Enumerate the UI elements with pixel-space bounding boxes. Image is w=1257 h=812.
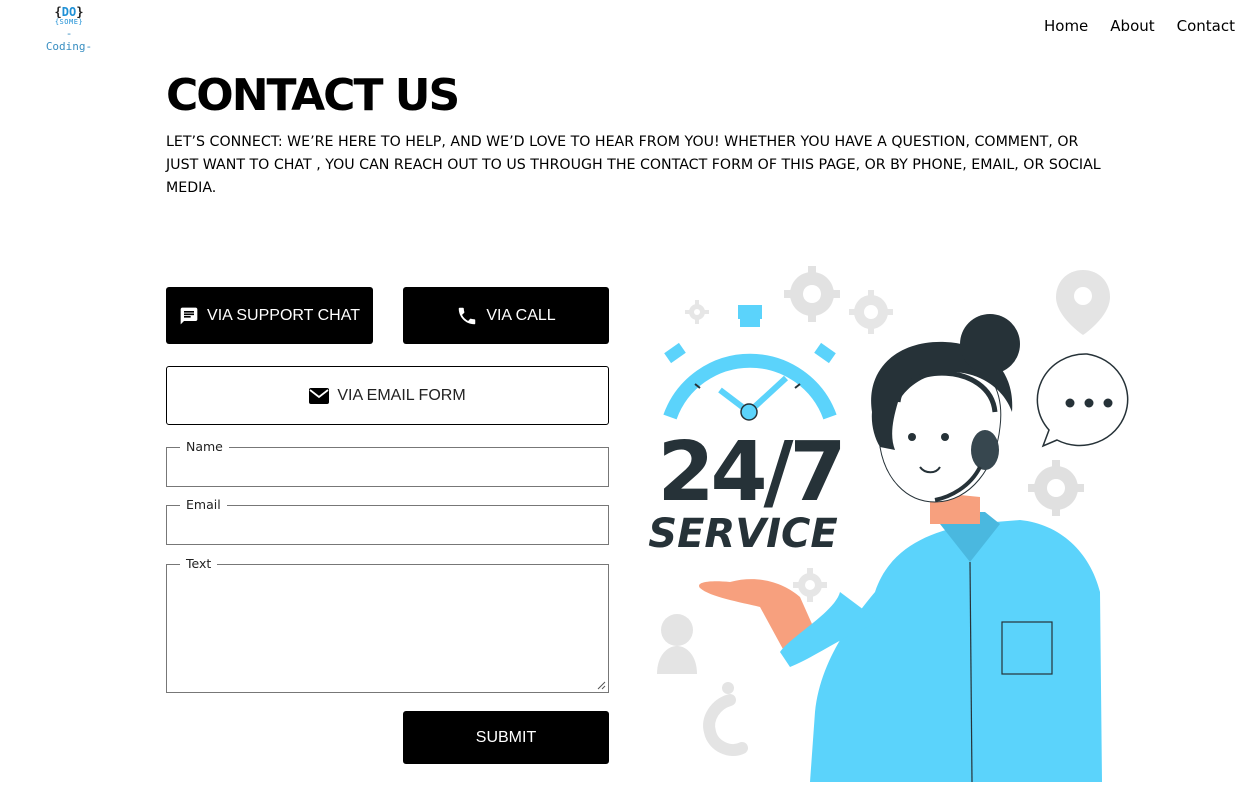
submit-label: SUBMIT	[475, 728, 537, 746]
name-input[interactable]	[167, 448, 608, 486]
user-icon	[657, 614, 697, 674]
gear-icon	[849, 290, 893, 334]
site-logo[interactable]: {DO} {SOME} -Coding-	[44, 5, 94, 53]
logo-do: DO	[61, 5, 77, 19]
gear-icon	[1028, 460, 1084, 516]
support-illustration: 24/7 SERVICE	[648, 266, 1129, 782]
email-form-label: VIA EMAIL FORM	[337, 386, 466, 404]
text-label: Text	[180, 556, 218, 572]
support-chat-label: VIA SUPPORT CHAT	[207, 306, 360, 324]
speech-bubble-icon	[1036, 353, 1129, 448]
nav-contact[interactable]: Contact	[1177, 17, 1235, 35]
call-button[interactable]: VIA CALL	[403, 287, 609, 344]
nav-home[interactable]: Home	[1044, 17, 1088, 35]
phone-icon	[456, 305, 478, 327]
envelope-icon	[309, 387, 330, 404]
name-field-container: Name	[166, 439, 609, 487]
logo-coding: -Coding-	[45, 27, 93, 53]
gear-icon	[685, 300, 709, 324]
logo-brace: }	[76, 5, 84, 19]
text-input[interactable]	[167, 565, 608, 692]
support-chat-button[interactable]: VIA SUPPORT CHAT	[166, 287, 373, 344]
page-subtitle: LET’S CONNECT: WE’RE HERE TO HELP, AND W…	[166, 134, 1101, 196]
subline-text: SERVICE	[648, 511, 837, 557]
logo-brace: {	[54, 5, 62, 19]
resize-handle-icon[interactable]	[597, 681, 606, 690]
logo-some: {SOME}	[54, 18, 84, 26]
nav-about[interactable]: About	[1110, 17, 1154, 35]
chat-icon	[179, 306, 199, 326]
question-mark-icon	[703, 682, 748, 756]
gear-icon	[784, 266, 840, 322]
stopwatch-icon	[663, 305, 837, 421]
name-label: Name	[180, 439, 229, 455]
email-label: Email	[180, 497, 227, 513]
location-pin-icon	[1056, 270, 1110, 335]
submit-button[interactable]: SUBMIT	[403, 711, 609, 764]
text-field-container: Text	[166, 556, 609, 693]
page-title: CONTACT US	[166, 70, 460, 121]
email-input[interactable]	[167, 506, 608, 544]
headline-text: 24/7	[657, 425, 842, 520]
main-nav: Home About Contact	[1044, 17, 1235, 35]
call-label: VIA CALL	[486, 306, 556, 324]
email-field-container: Email	[166, 497, 609, 545]
email-form-button[interactable]: VIA EMAIL FORM	[166, 366, 609, 425]
